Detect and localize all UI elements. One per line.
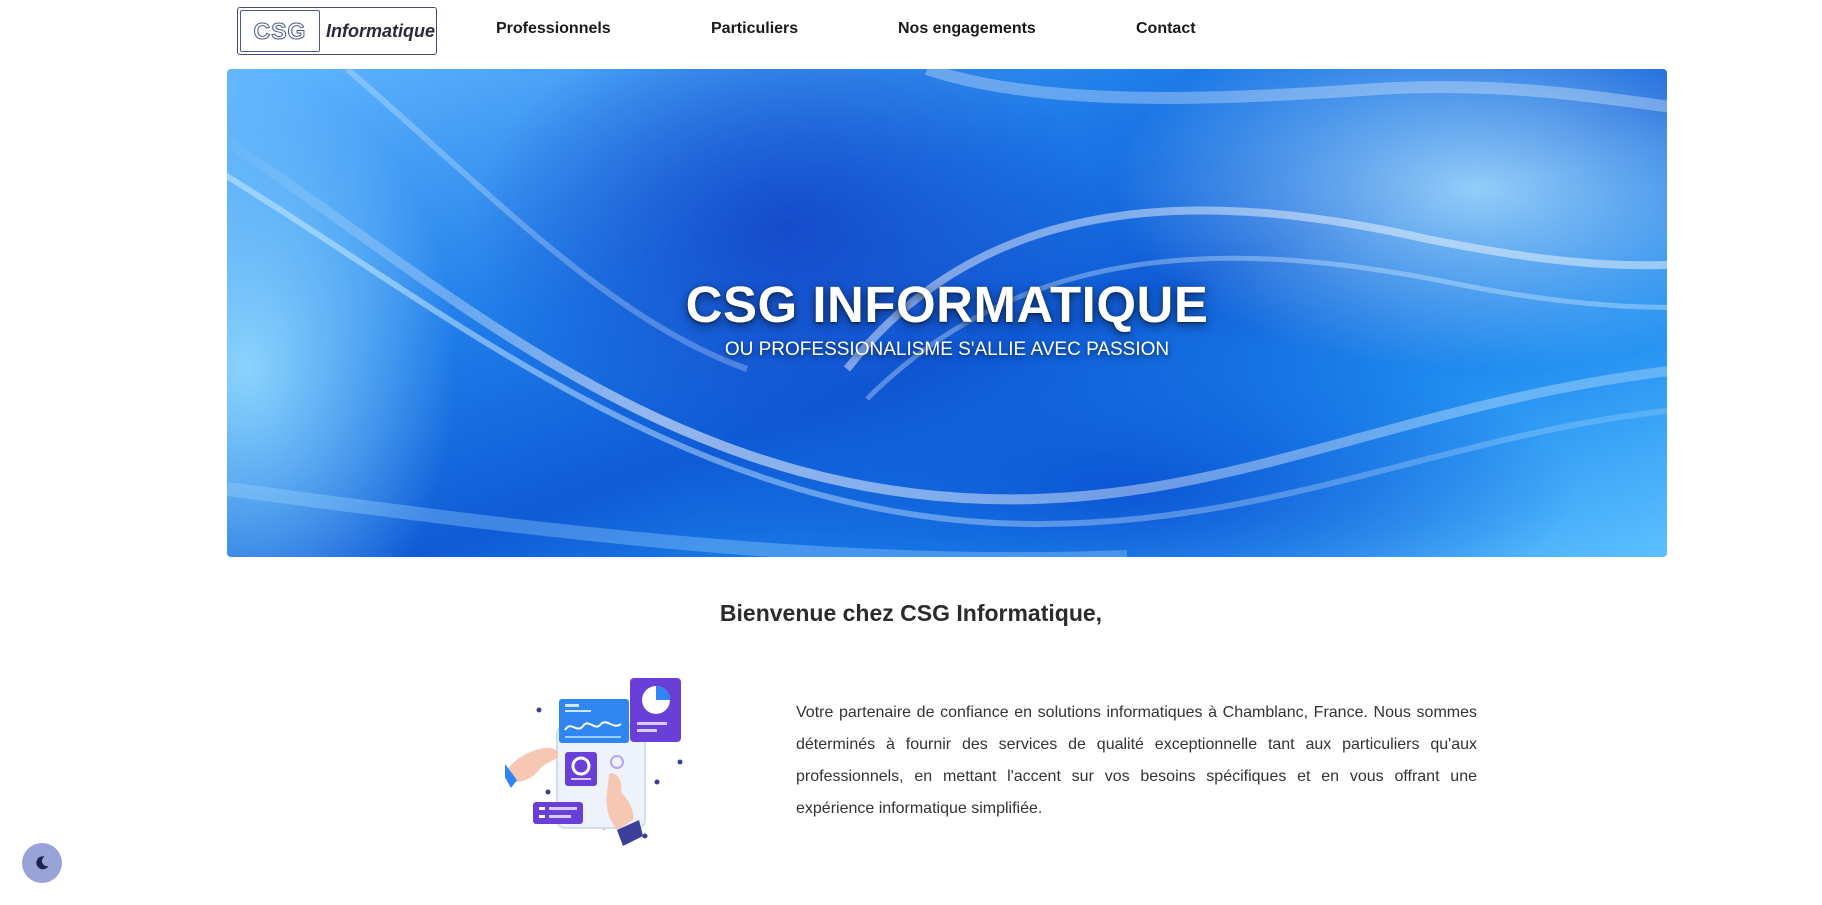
logo-mark: CSG [240, 10, 320, 52]
nav-item-contact[interactable]: Contact [1136, 20, 1196, 38]
hero-title: CSG INFORMATIQUE [685, 276, 1209, 333]
moon-icon [36, 856, 49, 870]
logo-wordmark: Informatique [326, 20, 436, 41]
nav-item-nos-engagements[interactable]: Nos engagements [898, 20, 1036, 38]
welcome-heading: Bienvenue chez CSG Informatique, [719, 600, 1103, 626]
hero-banner: CSG INFORMATIQUE OU PROFESSIONALISME S'A… [227, 69, 1667, 557]
hero-subtitle: OU PROFESSIONALISME S'ALLIE AVEC PASSION [724, 339, 1170, 360]
nav-item-particuliers[interactable]: Particuliers [711, 20, 798, 38]
nav-item-professionnels[interactable]: Professionnels [496, 20, 611, 38]
site-header: CSG Informatique Professionnels Particul… [0, 0, 1822, 68]
page: CSG Informatique Professionnels Particul… [0, 0, 1822, 905]
dashboard-illustration [505, 678, 683, 846]
welcome-intro-text: Votre partenaire de confiance en solutio… [796, 704, 1477, 817]
dark-mode-toggle[interactable] [22, 843, 62, 883]
site-logo[interactable]: CSG Informatique [237, 7, 437, 55]
